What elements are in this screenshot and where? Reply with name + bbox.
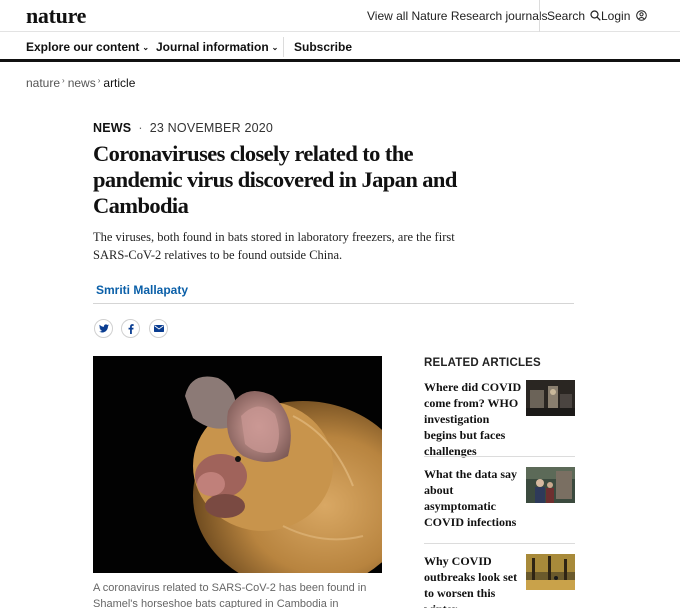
search-button[interactable]: Search <box>547 9 602 23</box>
search-icon <box>590 10 602 21</box>
article-standfirst: The viruses, both found in bats stored i… <box>93 230 455 262</box>
nav-journal-label: Journal information <box>156 40 269 54</box>
meta-separator: · <box>138 121 143 135</box>
related-article-title[interactable]: Where did COVID come from? WHO investiga… <box>424 379 524 459</box>
chevron-down-icon: ⌄ <box>271 43 279 52</box>
breadcrumb: nature › news › article <box>26 76 135 90</box>
article-date: 23 NOVEMBER 2020 <box>149 121 274 135</box>
chevron-right-icon: › <box>62 76 65 85</box>
nav-subscribe[interactable]: Subscribe <box>294 40 352 54</box>
share-facebook-button[interactable] <box>121 319 140 338</box>
nav-explore-content[interactable]: Explore our content ⌄ <box>26 40 149 54</box>
twitter-icon <box>98 324 109 333</box>
chevron-right-icon: › <box>97 76 101 85</box>
author-divider <box>93 303 574 304</box>
nav-divider <box>283 37 284 57</box>
hero-image-bat <box>93 356 382 573</box>
topbar-divider <box>539 0 540 32</box>
nature-logo[interactable]: nature <box>26 3 86 29</box>
main-nav: Explore our content ⌄ Journal information… <box>0 32 680 62</box>
breadcrumb-nature[interactable]: nature <box>26 76 60 90</box>
related-article-title[interactable]: What the data say about asymptomatic COV… <box>424 466 524 530</box>
search-label: Search <box>547 9 586 23</box>
related-divider <box>424 543 575 544</box>
author-link[interactable]: Smriti Mallapaty <box>96 283 188 297</box>
related-thumbnail-park <box>526 554 575 590</box>
breadcrumb-article: article <box>103 76 136 90</box>
top-bar: nature View all Nature Research journals… <box>0 0 680 32</box>
nav-explore-label: Explore our content <box>26 40 140 54</box>
view-all-journals-link[interactable]: View all Nature Research journals <box>367 9 548 23</box>
article-meta: NEWS · 23 NOVEMBER 2020 <box>93 121 273 135</box>
share-twitter-button[interactable] <box>94 319 113 338</box>
hero-caption: A coronavirus related to SARS-CoV-2 has … <box>93 582 367 608</box>
related-divider <box>424 456 575 457</box>
article-type: NEWS <box>93 121 132 135</box>
related-thumbnail-lab <box>526 380 575 416</box>
facebook-icon <box>128 323 134 334</box>
login-label: Login <box>601 9 631 23</box>
share-email-button[interactable] <box>149 319 168 338</box>
breadcrumb-news[interactable]: news <box>68 76 96 90</box>
nav-journal-information[interactable]: Journal information ⌄ <box>156 40 278 54</box>
related-article-title[interactable]: Why COVID outbreaks look set to worsen t… <box>424 553 524 608</box>
login-button[interactable]: Login <box>601 9 647 23</box>
chevron-down-icon: ⌄ <box>142 43 150 52</box>
user-icon <box>635 10 647 21</box>
article-title: Coronaviruses closely related to the pan… <box>93 141 457 218</box>
related-articles-heading: RELATED ARTICLES <box>424 357 541 369</box>
email-icon <box>153 325 164 332</box>
related-thumbnail-street <box>526 467 575 503</box>
